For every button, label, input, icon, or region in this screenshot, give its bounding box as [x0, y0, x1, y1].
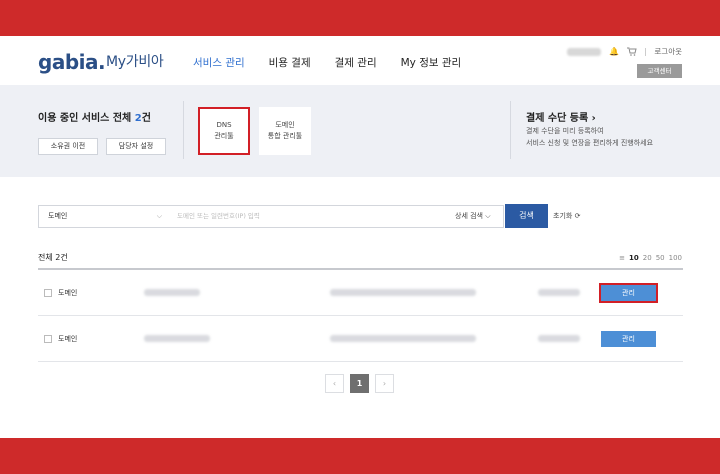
pagination: ‹ 1 › [325, 374, 394, 393]
service-info-redacted [330, 335, 476, 342]
next-page-button[interactable]: › [375, 374, 394, 393]
logout-link[interactable]: 로그아웃 [654, 46, 682, 57]
payment-description: 결제 수단을 미리 등록하여 서비스 신청 및 연장을 편리하게 진행하세요 [526, 127, 654, 147]
service-type: 도메인 [58, 335, 78, 343]
ownership-transfer-button[interactable]: 소유권 이전 [38, 138, 98, 155]
nav-billing[interactable]: 비용 결제 [269, 55, 311, 70]
divider [183, 101, 184, 159]
bottom-red-band [0, 438, 720, 474]
page-size-50[interactable]: 50 [656, 254, 665, 262]
expiry-date-redacted [538, 289, 580, 296]
customer-center-button[interactable]: 고객센터 [637, 64, 682, 78]
nav-service-management[interactable]: 서비스 관리 [193, 55, 245, 70]
nav-my-info[interactable]: My 정보 관리 [401, 55, 462, 70]
category-select[interactable]: 도메인 ⌵ [38, 205, 170, 228]
divider [510, 101, 511, 159]
chevron-down-icon: ⌵ [156, 212, 162, 220]
user-name-redacted [567, 47, 602, 56]
dns-management-tool-button[interactable]: DNS 관리툴 [198, 107, 250, 155]
manager-settings-button[interactable]: 담당자 설정 [106, 138, 166, 155]
manage-button[interactable]: 관리 [599, 283, 658, 303]
bell-icon[interactable]: 🔔 [609, 47, 619, 57]
utility-bar: 🔔 로그아웃 [567, 46, 682, 57]
service-count-title: 이용 중인 서비스 전체 2건 [38, 113, 151, 124]
total-count: 전체 2건 [38, 253, 68, 262]
service-summary-panel: 이용 중인 서비스 전체 2건 소유권 이전 담당자 설정 DNS 관리툴 도메인… [0, 85, 720, 177]
domain-management-tool-button[interactable]: 도메인 통합 관리툴 [259, 107, 311, 155]
table-row: 도메인 관리 [38, 316, 683, 362]
page-size-selector: ≡ 10 20 50 100 [619, 254, 682, 262]
page-size-100[interactable]: 100 [669, 254, 682, 262]
payment-method-register-link[interactable]: 결제 수단 등록 › [526, 109, 596, 124]
domain-name-redacted [144, 289, 200, 296]
prev-page-button[interactable]: ‹ [325, 374, 344, 393]
search-input[interactable]: 도메인 또는 일련번호(IP) 입력 [169, 205, 504, 228]
header: gabia. My가비아 서비스 관리 비용 결제 결제 관리 My 정보 관리… [0, 36, 720, 85]
main-nav: 서비스 관리 비용 결제 결제 관리 My 정보 관리 [193, 55, 485, 70]
my-gabia-label[interactable]: My가비아 [106, 51, 164, 71]
nav-payment-management[interactable]: 결제 관리 [335, 55, 377, 70]
separator [645, 47, 647, 56]
cart-icon[interactable] [627, 47, 638, 57]
search-button[interactable]: 검색 [505, 204, 548, 228]
table-row: 도메인 관리 [38, 270, 683, 316]
gabia-logo[interactable]: gabia. [38, 50, 106, 74]
domain-name-redacted [144, 335, 210, 342]
page-1-button[interactable]: 1 [350, 374, 369, 393]
expiry-date-redacted [538, 335, 580, 342]
page-size-20[interactable]: 20 [643, 254, 652, 262]
reset-button[interactable]: 초기화 ⟳ [553, 211, 580, 221]
top-red-band [0, 0, 720, 36]
row-checkbox[interactable] [44, 335, 52, 343]
service-info-redacted [330, 289, 476, 296]
advanced-search-toggle[interactable]: 상세 검색 ⌵ [455, 205, 491, 228]
service-type: 도메인 [58, 289, 78, 297]
manage-button[interactable]: 관리 [601, 331, 656, 347]
row-checkbox[interactable] [44, 289, 52, 297]
page-size-10[interactable]: 10 [629, 254, 639, 262]
refresh-icon: ⟳ [574, 212, 581, 220]
list-icon: ≡ [619, 254, 626, 262]
